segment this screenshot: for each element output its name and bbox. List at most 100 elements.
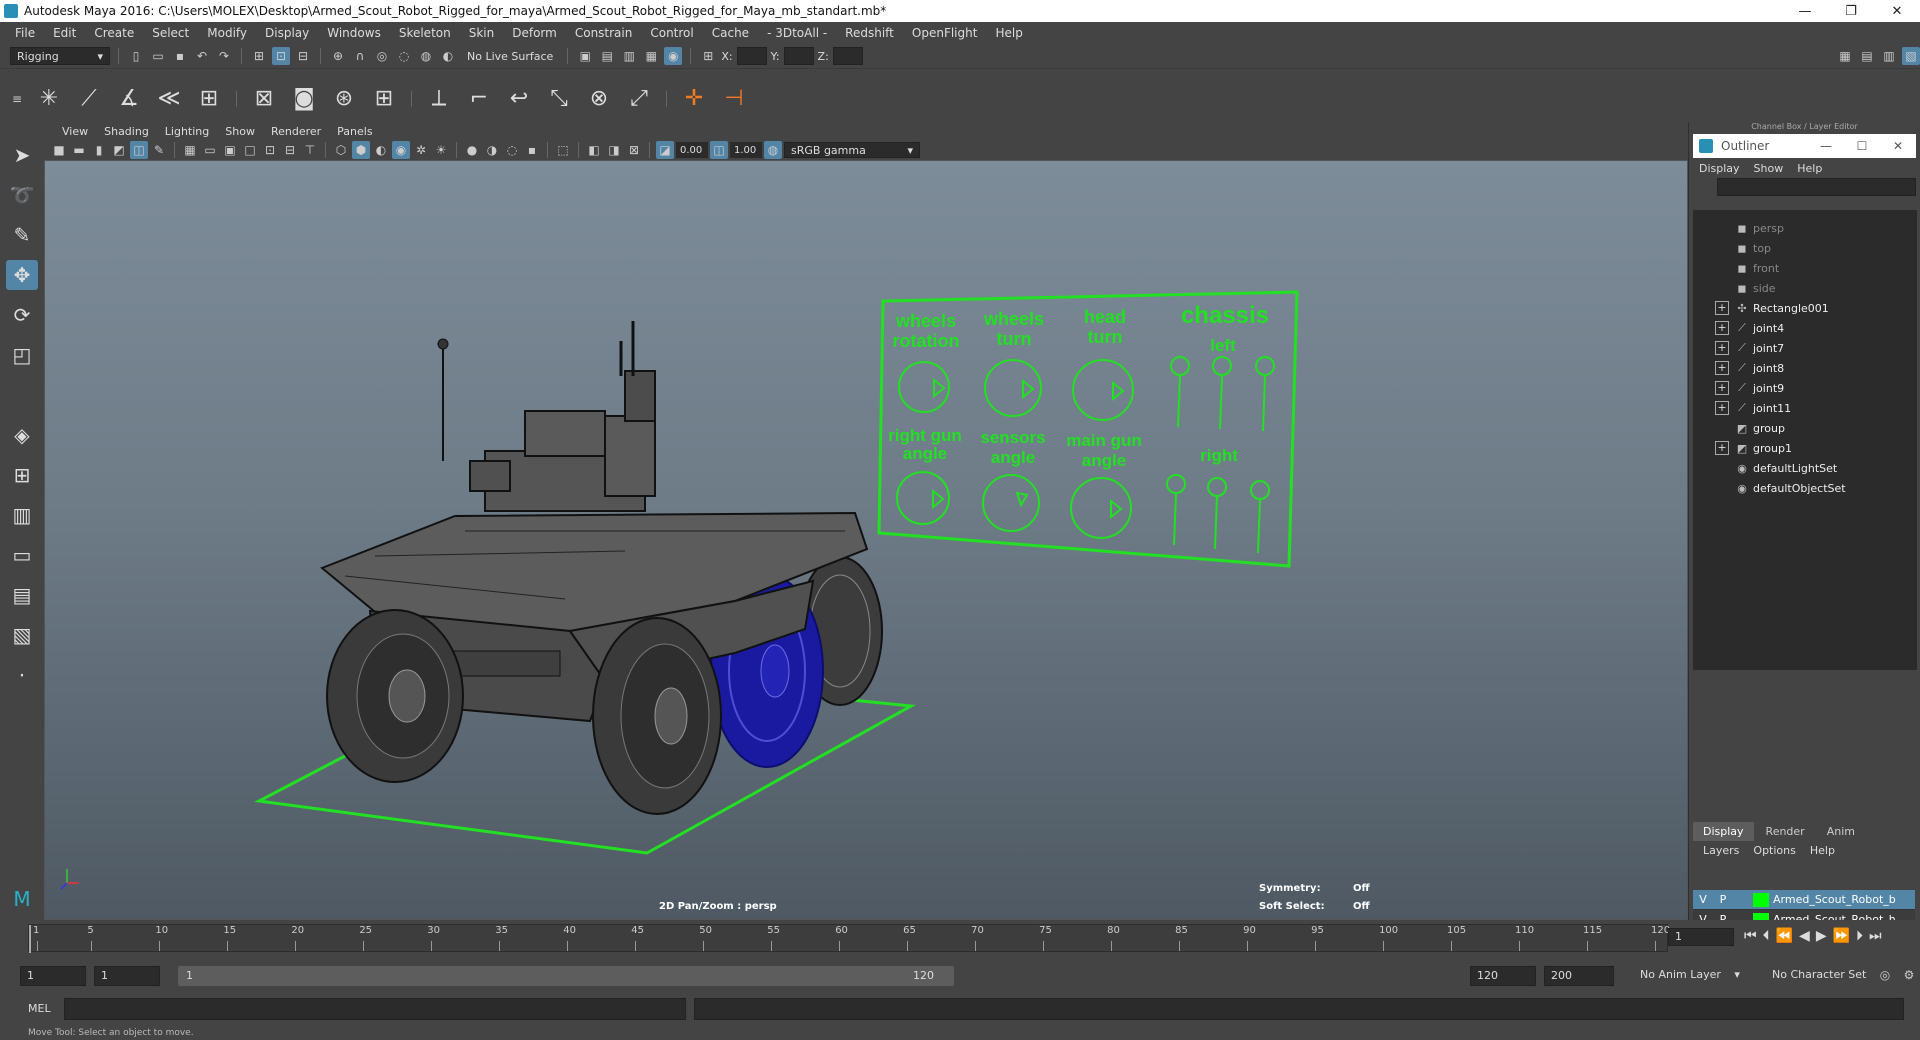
z-field[interactable] <box>832 47 863 65</box>
play-forwards-icon[interactable]: ▶ <box>1816 928 1827 944</box>
panel-menu-lighting[interactable]: Lighting <box>157 125 217 138</box>
character-set-dropdown[interactable]: No Character Set <box>1772 968 1866 981</box>
orient-constraint-icon[interactable]: ⤡ <box>542 82 576 116</box>
tab-render[interactable]: Render <box>1756 822 1815 841</box>
rotate-tool-icon[interactable]: ⟳ <box>6 300 38 330</box>
outliner-menu-show[interactable]: Show <box>1754 162 1792 175</box>
ik-spline-icon[interactable]: ≪ <box>152 82 186 116</box>
mirror-joint-icon[interactable]: ⊞ <box>192 82 226 116</box>
safe-title-icon[interactable]: ⊤ <box>301 141 319 159</box>
bind-skin-icon[interactable]: ⊠ <box>247 82 281 116</box>
outliner-menu-help[interactable]: Help <box>1797 162 1830 175</box>
layer-menu-help[interactable]: Help <box>1810 844 1835 857</box>
motion-blur-icon[interactable]: ◑ <box>483 141 501 159</box>
scene-start-field[interactable]: 1 <box>20 966 86 986</box>
redo-icon[interactable]: ↷ <box>215 47 233 65</box>
menu-skeleton[interactable]: Skeleton <box>390 26 460 40</box>
textured-icon[interactable]: ◉ <box>392 141 410 159</box>
outliner-item[interactable]: + ⟋ joint7 <box>1693 338 1917 358</box>
select-component-icon[interactable]: ⊟ <box>294 47 312 65</box>
outliner-item[interactable]: ◉ defaultObjectSet <box>1693 478 1917 498</box>
layer-row[interactable]: V P Armed_Scout_Robot_b <box>1693 890 1915 910</box>
render-settings-icon[interactable]: ▦ <box>642 47 660 65</box>
use-all-lights-icon[interactable]: ✲ <box>412 141 430 159</box>
create-joints-icon[interactable]: ✳ <box>32 82 66 116</box>
menu-redshift[interactable]: Redshift <box>836 26 903 40</box>
play-backwards-icon[interactable]: ◀ <box>1799 928 1810 944</box>
auto-key-icon[interactable]: ◎ <box>1876 966 1894 984</box>
expand-icon[interactable]: + <box>1715 381 1729 395</box>
ipr-render-icon[interactable]: ▥ <box>620 47 638 65</box>
tab-anim[interactable]: Anim <box>1817 822 1865 841</box>
snap-live-icon[interactable]: ◐ <box>439 47 457 65</box>
menu-edit[interactable]: Edit <box>44 26 85 40</box>
outliner-item[interactable]: ◼ front <box>1693 258 1917 278</box>
outliner-item[interactable]: + ⟋ joint9 <box>1693 378 1917 398</box>
expand-icon[interactable]: + <box>1715 301 1729 315</box>
xray-active-icon[interactable]: ◨ <box>605 141 623 159</box>
menu-modify[interactable]: Modify <box>198 26 256 40</box>
select-hierarchy-icon[interactable]: ⊞ <box>250 47 268 65</box>
depth-of-field-icon[interactable]: ▪ <box>523 141 541 159</box>
tab-display[interactable]: Display <box>1693 822 1754 841</box>
hypershade-icon[interactable]: ◉ <box>664 47 683 65</box>
select-camera-icon[interactable]: ■ <box>50 141 68 159</box>
grease-pencil-icon[interactable]: ✎ <box>150 141 168 159</box>
snap-point-icon[interactable]: ◎ <box>373 47 391 65</box>
minimize-button[interactable]: — <box>1782 4 1828 19</box>
step-forward-frame-icon[interactable]: ⏵ <box>1856 928 1863 944</box>
layer-visibility-toggle[interactable]: V <box>1693 893 1713 906</box>
outliner-close-button[interactable]: ✕ <box>1880 139 1916 153</box>
snap-surface-icon[interactable]: ◍ <box>417 47 435 65</box>
step-forward-key-icon[interactable]: ⏩ <box>1833 928 1850 944</box>
transform-mode-icon[interactable]: ⊞ <box>699 47 717 65</box>
outliner-search-input[interactable] <box>1717 178 1916 196</box>
image-plane-icon[interactable]: ◩ <box>110 141 128 159</box>
bookmark-icon[interactable]: ▮ <box>90 141 108 159</box>
perspective-viewport[interactable]: wheels rotation wheels turn head turn ch… <box>44 160 1688 920</box>
parent-constraint-icon[interactable]: ⤢ <box>622 82 656 116</box>
panel-menu-show[interactable]: Show <box>217 125 263 138</box>
hypershade-layout-icon[interactable]: ▧ <box>6 620 38 650</box>
panel-menu-view[interactable]: View <box>54 125 96 138</box>
toggle-channel-box-icon[interactable]: ▧ <box>1902 47 1920 65</box>
camera-attributes-icon[interactable]: ▬ <box>70 141 88 159</box>
toggle-attribute-editor-icon[interactable]: ▤ <box>1858 47 1876 65</box>
safe-action-icon[interactable]: ⊟ <box>281 141 299 159</box>
aim-constraint-icon[interactable]: ↩ <box>502 82 536 116</box>
resolution-gate-icon[interactable]: ▣ <box>221 141 239 159</box>
show-manipulator-icon[interactable]: ◈ <box>6 420 38 450</box>
cluster-icon[interactable]: ⟂ <box>422 82 456 116</box>
menu-help[interactable]: Help <box>986 26 1031 40</box>
insert-joint-icon[interactable]: ⟋ <box>72 82 106 116</box>
x-field[interactable] <box>736 47 767 65</box>
layer-menu-options[interactable]: Options <box>1753 844 1795 857</box>
close-button[interactable]: ✕ <box>1874 4 1920 19</box>
view-transform-dropdown[interactable]: sRGB gamma ▾ <box>784 142 920 158</box>
smooth-bind-icon[interactable]: ◙ <box>287 82 321 116</box>
expand-icon[interactable]: + <box>1715 401 1729 415</box>
go-to-end-icon[interactable]: ⏭ <box>1869 928 1882 944</box>
outliner-item[interactable]: ◼ side <box>1693 278 1917 298</box>
custom-layout-icon[interactable]: ⋅ <box>6 660 38 690</box>
locator-icon[interactable]: ✛ <box>677 82 711 116</box>
anim-layer-dropdown[interactable]: No Anim Layer ▾ <box>1640 968 1740 981</box>
lattice-icon[interactable]: ⊞ <box>367 82 401 116</box>
preferences-icon[interactable]: ⚙ <box>1900 966 1918 984</box>
toggle-tool-settings-icon[interactable]: ▥ <box>1880 47 1898 65</box>
undo-icon[interactable]: ↶ <box>193 47 211 65</box>
persp-graph-layout-icon[interactable]: ▤ <box>6 580 38 610</box>
menu-openflight[interactable]: OpenFlight <box>903 26 987 40</box>
panel-menu-shading[interactable]: Shading <box>96 125 157 138</box>
layer-display-type-toggle[interactable] <box>1733 893 1753 907</box>
panel-menu-renderer[interactable]: Renderer <box>263 125 329 138</box>
four-view-layout-icon[interactable]: ▥ <box>6 500 38 530</box>
render-view-icon[interactable]: ▣ <box>576 47 594 65</box>
new-scene-icon[interactable]: ▯ <box>127 47 145 65</box>
menu-select[interactable]: Select <box>143 26 198 40</box>
expand-icon[interactable]: + <box>1715 341 1729 355</box>
range-bar[interactable]: 1 120 <box>178 966 954 986</box>
single-perspective-layout-icon[interactable]: ⊞ <box>6 460 38 490</box>
anti-aliasing-icon[interactable]: ◌ <box>503 141 521 159</box>
outliner-item[interactable]: + ◩ group1 <box>1693 438 1917 458</box>
